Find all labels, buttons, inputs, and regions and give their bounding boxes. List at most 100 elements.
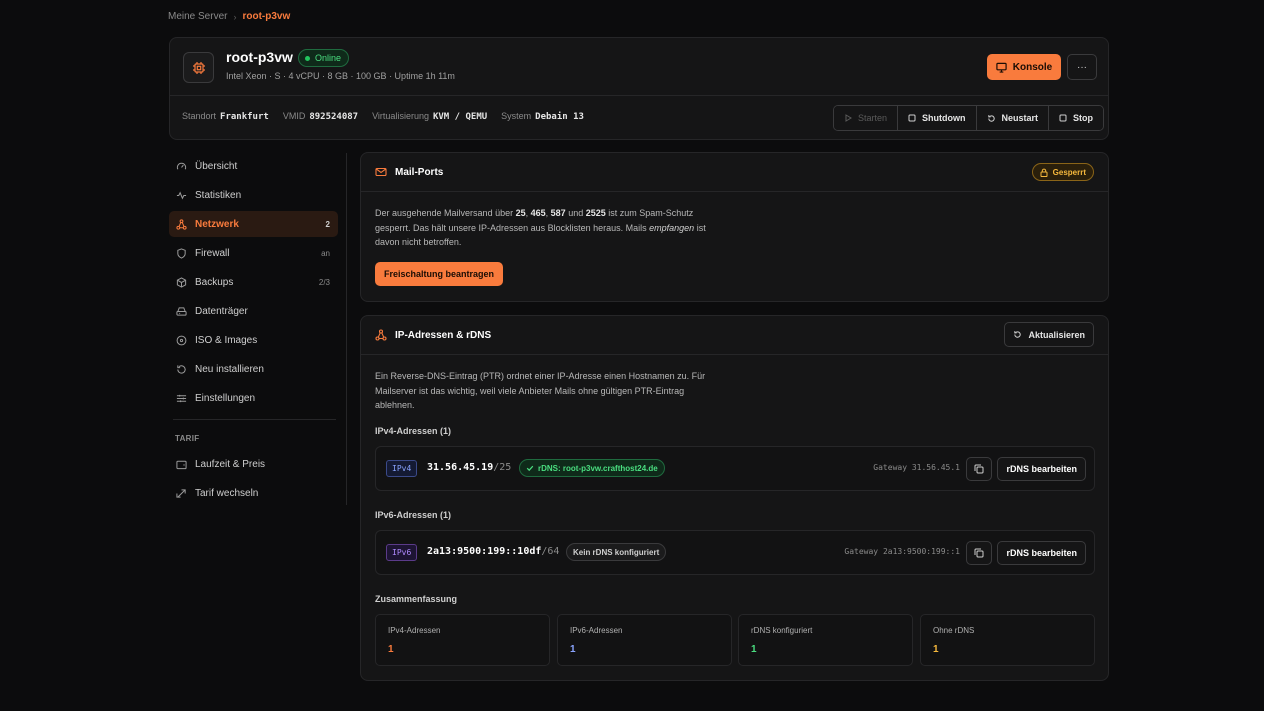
ipv4-address[interactable]: 31.56.45.19/25 <box>427 462 511 473</box>
refresh-icon <box>1014 331 1022 338</box>
sliders-icon <box>176 393 187 404</box>
console-label: Konsole <box>1012 61 1053 73</box>
more-options-button[interactable]: ··· <box>1067 54 1097 80</box>
copy-ipv6-button[interactable] <box>966 541 992 565</box>
sidebar-divider <box>173 419 336 420</box>
cpu-icon <box>183 52 214 83</box>
mail-ports-title: Mail-Ports <box>395 166 444 178</box>
meta-system: System Debain 13 <box>501 111 584 122</box>
sidebar-item-label: Übersicht <box>195 160 238 172</box>
sidebar-item-storage[interactable]: Datenträger <box>169 298 338 324</box>
header-divider <box>170 95 1108 96</box>
meta-virtualization: Virtualisierung KVM / QEMU <box>372 111 488 122</box>
network-icon <box>176 218 187 230</box>
hard-drive-icon <box>176 306 187 317</box>
sidebar-item-label: ISO & Images <box>195 334 258 346</box>
request-unlock-button[interactable]: Freischaltung beantragen <box>375 262 504 286</box>
server-name: root-p3vw <box>226 49 293 65</box>
copy-icon <box>974 464 984 474</box>
stop-button[interactable]: Stop <box>1049 106 1104 130</box>
mail-icon <box>375 167 387 177</box>
square-icon <box>908 114 916 122</box>
sidebar-item-label: Datenträger <box>195 305 248 317</box>
edit-rdns-ipv4-button[interactable]: rDNS bearbeiten <box>997 457 1086 481</box>
ip-rdns-title: IP-Adressen & rDNS <box>395 329 492 341</box>
monitor-icon <box>996 62 1007 73</box>
server-header-card: root-p3vw Online Intel Xeon · S · 4 vCPU… <box>169 37 1109 140</box>
sidebar-item-change-tariff[interactable]: Tarif wechseln <box>169 480 338 506</box>
sidebar-item-network[interactable]: Netzwerk 2 <box>169 211 338 237</box>
ipv4-gateway: Gateway 31.56.45.1 <box>873 463 960 472</box>
mail-ports-header: Mail-Ports Gesperrt <box>361 153 1108 192</box>
meta-vmid: VMID 892524087 <box>282 111 359 122</box>
summary-without-rdns: Ohne rDNS 1 <box>920 614 1095 666</box>
ipv6-gateway: Gateway 2a13:9500:199::1 <box>844 547 960 556</box>
sidebar-item-term-price[interactable]: Laufzeit & Preis <box>169 451 338 477</box>
sidebar-item-overview[interactable]: Übersicht <box>169 153 338 179</box>
restart-button[interactable]: Neustart <box>976 106 1050 130</box>
sidebar-item-label: Neu installieren <box>195 363 264 375</box>
sidebar: Übersicht Statistiken Netzwerk 2 Firewal… <box>169 153 338 509</box>
breadcrumb-link-servers[interactable]: Meine Server <box>168 11 227 22</box>
shutdown-button[interactable]: Shutdown <box>898 106 977 130</box>
sidebar-item-label: Backups <box>195 276 234 288</box>
server-specs: Intel Xeon · S · 4 vCPU · 8 GB · 100 GB … <box>226 71 455 81</box>
ipv4-row: IPv4 31.56.45.19/25 rDNS: root-p3vw.craf… <box>375 446 1095 491</box>
breadcrumb: Meine Server › root-p3vw <box>168 11 290 22</box>
sidebar-item-label: Firewall <box>195 247 230 259</box>
locked-badge: Gesperrt <box>1031 163 1094 181</box>
edit-rdns-ipv6-button[interactable]: rDNS bearbeiten <box>997 541 1086 565</box>
sidebar-item-statistics[interactable]: Statistiken <box>169 182 338 208</box>
breadcrumb-current: root-p3vw <box>242 11 291 22</box>
ipv6-heading: IPv6-Adressen (1) <box>375 510 452 520</box>
rdns-status-badge: rDNS: root-p3vw.crafthost24.de <box>519 459 665 477</box>
sidebar-item-settings[interactable]: Einstellungen <box>169 385 338 411</box>
ipv4-tag: IPv4 <box>386 460 418 477</box>
sidebar-item-label: Netzwerk <box>195 218 239 230</box>
breadcrumb-separator: › <box>233 11 237 22</box>
ip-rdns-header: IP-Adressen & rDNS Aktualisieren <box>361 316 1108 355</box>
lock-icon <box>1040 168 1048 177</box>
status-dot-icon <box>305 55 310 61</box>
console-button[interactable]: Konsole <box>987 54 1061 80</box>
check-icon <box>526 465 534 472</box>
restart-label: Neustart <box>1001 113 1039 123</box>
mail-ports-description: Der ausgehende Mailversand über 25, 465,… <box>375 208 706 247</box>
sidebar-item-count: 2 <box>325 219 330 229</box>
power-controls: Starten Shutdown Neustart Stop <box>833 105 1105 131</box>
start-button[interactable]: Starten <box>834 106 899 130</box>
shutdown-label: Shutdown <box>922 113 966 123</box>
ipv6-row: IPv6 2a13:9500:199::10df/64 Kein rDNS ko… <box>375 530 1095 575</box>
gauge-icon <box>176 161 187 172</box>
rotate-icon <box>987 114 995 122</box>
status-label: Online <box>315 53 342 63</box>
summary-rdns-configured: rDNS konfiguriert 1 <box>738 614 913 666</box>
sidebar-item-reinstall[interactable]: Neu installieren <box>169 356 338 382</box>
ipv6-tag: IPv6 <box>386 544 418 561</box>
sidebar-item-iso-images[interactable]: ISO & Images <box>169 327 338 353</box>
summary-ipv4: IPv4-Adressen 1 <box>375 614 550 666</box>
disc-icon <box>176 335 187 346</box>
sidebar-section-tarif: TARIF <box>175 434 200 443</box>
ipv6-address[interactable]: 2a13:9500:199::10df/64 <box>427 546 559 557</box>
refresh-button[interactable]: Aktualisieren <box>1004 322 1094 347</box>
activity-icon <box>176 190 187 201</box>
sidebar-item-firewall[interactable]: Firewall an <box>169 240 338 266</box>
copy-ipv4-button[interactable] <box>966 457 992 481</box>
sidebar-item-backups[interactable]: Backups 2/3 <box>169 269 338 295</box>
ipv4-heading: IPv4-Adressen (1) <box>375 426 452 436</box>
shield-icon <box>176 247 187 259</box>
network-icon <box>375 329 387 341</box>
summary-ipv6: IPv6-Adressen 1 <box>557 614 732 666</box>
sidebar-divider-vertical <box>346 153 347 505</box>
box-icon <box>176 276 187 288</box>
summary-heading: Zusammenfassung <box>375 594 458 604</box>
square-icon <box>1059 114 1067 122</box>
start-label: Starten <box>858 113 888 123</box>
stop-label: Stop <box>1073 113 1094 123</box>
sidebar-item-label: Statistiken <box>195 189 242 201</box>
locked-label: Gesperrt <box>1052 167 1086 177</box>
play-icon <box>845 114 852 122</box>
sidebar-item-label: Laufzeit & Preis <box>195 458 266 470</box>
rotate-icon <box>176 364 187 375</box>
